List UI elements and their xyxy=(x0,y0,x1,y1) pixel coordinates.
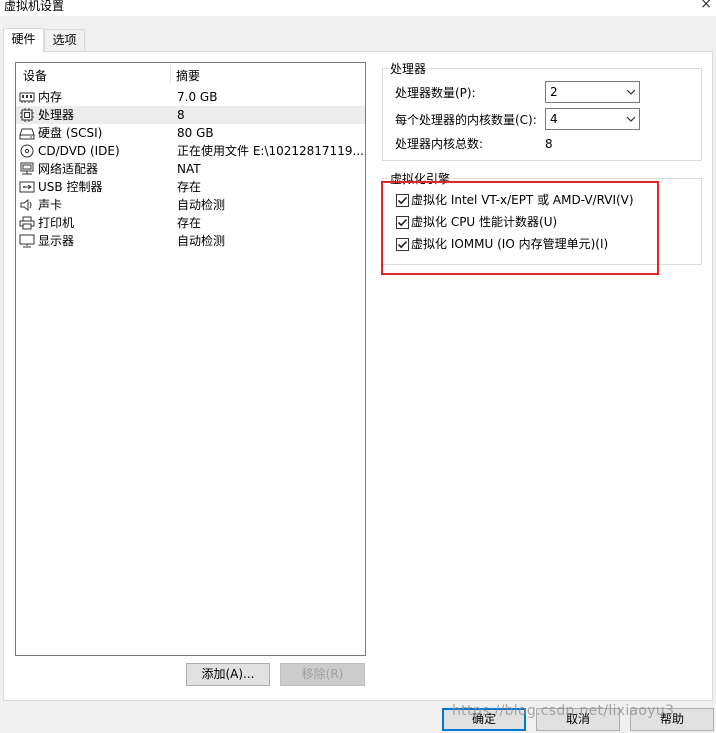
device-summary: 8 xyxy=(177,108,185,122)
processor-count-label: 处理器数量(P): xyxy=(395,86,476,100)
add-device-button[interactable]: 添加(A)... xyxy=(186,663,270,686)
window-title: 虚拟机设置 xyxy=(4,0,65,13)
device-row-hard-disk[interactable]: 硬盘 (SCSI) 80 GB xyxy=(16,124,365,142)
cores-per-processor-select[interactable]: 4 xyxy=(545,108,640,130)
close-icon[interactable]: × xyxy=(700,0,712,12)
processor-count-value: 2 xyxy=(550,85,558,99)
column-header-device[interactable]: 设备 xyxy=(23,67,47,84)
watermark: https://blog.csdn.net/lixiaoyu3 xyxy=(452,703,675,719)
device-row-cd-dvd[interactable]: CD/DVD (IDE) 正在使用文件 E:\10212817119... xyxy=(16,142,365,160)
cores-per-processor-value: 4 xyxy=(550,112,558,126)
chevron-down-icon xyxy=(626,89,636,95)
device-name: 网络适配器 xyxy=(38,162,99,176)
device-list-header: 设备 摘要 xyxy=(16,63,365,85)
device-summary: 自动检测 xyxy=(177,198,226,212)
device-summary: 正在使用文件 E:\10212817119... xyxy=(177,144,363,158)
device-name: 显示器 xyxy=(38,234,75,248)
device-name: 声卡 xyxy=(38,198,63,212)
network-adapter-icon xyxy=(20,162,34,175)
total-cores-label: 处理器内核总数: xyxy=(395,137,484,151)
column-separator[interactable] xyxy=(170,65,171,83)
usb-icon xyxy=(19,181,35,193)
device-row-printer[interactable]: 打印机 存在 xyxy=(16,214,365,232)
highlight-box xyxy=(381,181,659,275)
device-name: 硬盘 (SCSI) xyxy=(38,126,103,140)
device-row-memory[interactable]: 内存 7.0 GB xyxy=(16,88,365,106)
device-name: 内存 xyxy=(38,90,63,104)
device-name: CD/DVD (IDE) xyxy=(38,144,120,158)
printer-icon xyxy=(19,216,35,230)
column-header-summary[interactable]: 摘要 xyxy=(176,67,200,84)
device-row-sound-card[interactable]: 声卡 自动检测 xyxy=(16,196,365,214)
device-summary: 存在 xyxy=(177,216,202,230)
device-name: 打印机 xyxy=(38,216,75,230)
device-row-network-adapter[interactable]: 网络适配器 NAT xyxy=(16,160,365,178)
cd-dvd-icon xyxy=(20,144,34,158)
total-cores-value: 8 xyxy=(545,137,553,151)
processor-count-select[interactable]: 2 xyxy=(545,81,640,103)
title-bar: 虚拟机设置 × xyxy=(0,0,716,16)
tab-hardware[interactable]: 硬件 xyxy=(3,28,44,52)
processor-icon xyxy=(20,108,34,122)
tab-options[interactable]: 选项 xyxy=(44,29,85,51)
sound-card-icon xyxy=(20,199,32,211)
processor-group-title: 处理器 xyxy=(388,62,429,76)
device-summary: 自动检测 xyxy=(177,234,226,248)
device-row-display[interactable]: 显示器 自动检测 xyxy=(16,232,365,250)
device-list[interactable]: 设备 摘要 内存 7.0 GB 处理器 8 硬盘 (SCSI) 80 GB CD… xyxy=(15,62,366,656)
device-name: USB 控制器 xyxy=(38,180,103,194)
device-name: 处理器 xyxy=(38,108,75,122)
remove-device-button[interactable]: 移除(R) xyxy=(280,663,365,686)
device-summary: 80 GB xyxy=(177,126,214,140)
device-row-processor[interactable]: 处理器 8 xyxy=(16,106,365,124)
device-summary: NAT xyxy=(177,162,201,176)
hard-disk-icon xyxy=(19,128,35,140)
cores-per-processor-label: 每个处理器的内核数量(C): xyxy=(395,113,537,127)
device-row-usb[interactable]: USB 控制器 存在 xyxy=(16,178,365,196)
memory-icon xyxy=(19,92,35,103)
device-summary: 存在 xyxy=(177,180,202,194)
chevron-down-icon xyxy=(626,116,636,122)
device-summary: 7.0 GB xyxy=(177,90,218,104)
display-icon xyxy=(19,234,35,248)
